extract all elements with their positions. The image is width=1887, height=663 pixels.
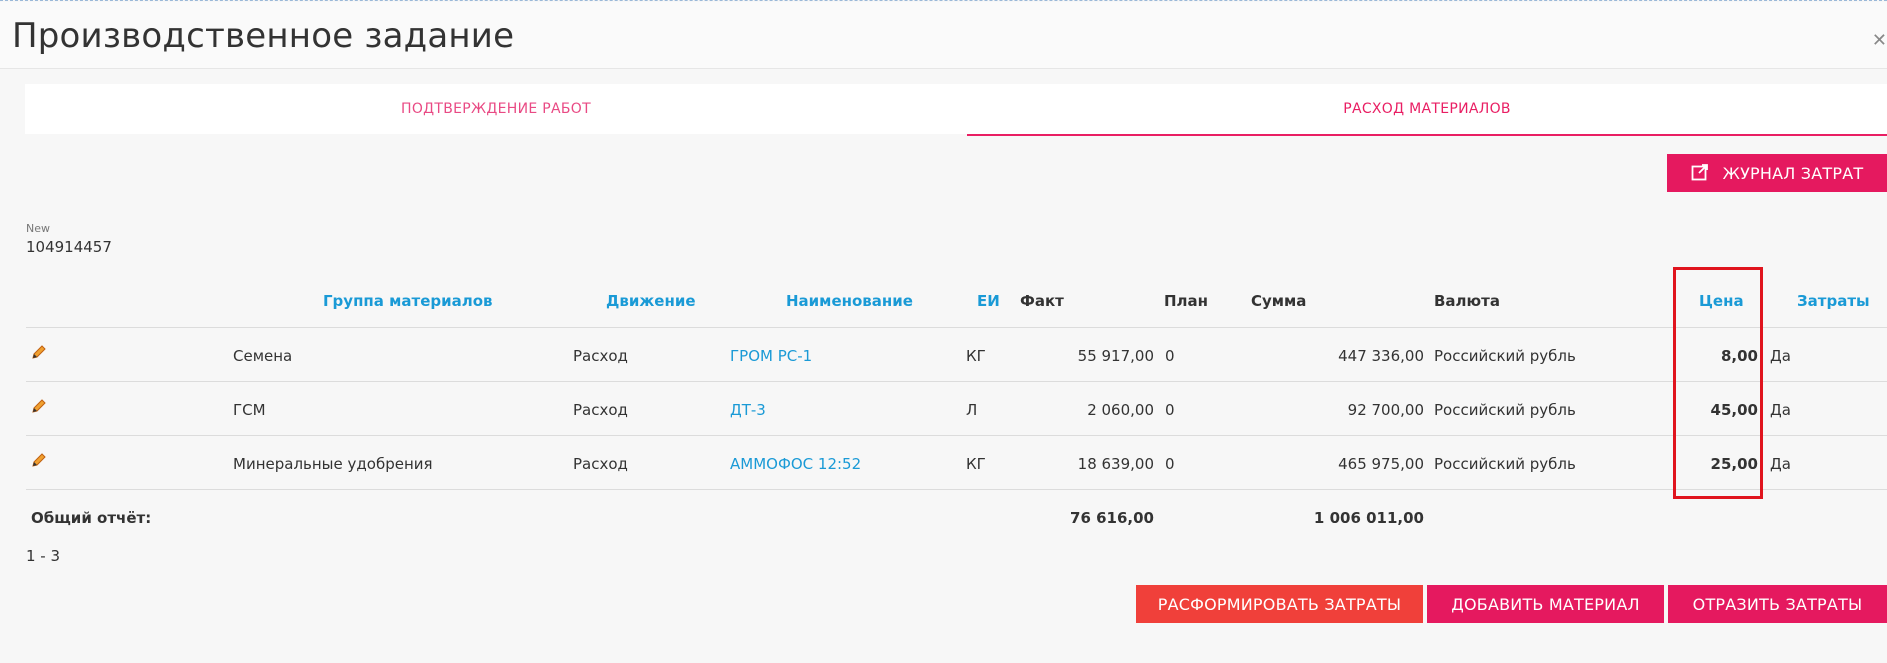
col-header-name[interactable]: Наименование: [786, 292, 913, 310]
cost-journal-label: ЖУРНАЛ ЗАТРАТ: [1722, 164, 1864, 183]
cell-currency: Российский рубль: [1434, 401, 1576, 419]
cell-movement: Расход: [573, 401, 628, 419]
cell-group: ГСМ: [233, 401, 266, 419]
col-header-unit[interactable]: ЕИ: [977, 292, 1000, 310]
cell-unit: КГ: [966, 455, 986, 473]
pencil-icon[interactable]: [31, 398, 47, 414]
cell-unit: Л: [966, 401, 978, 419]
tab-materials-consumption[interactable]: РАСХОД МАТЕРИАЛОВ: [967, 84, 1887, 136]
reflect-costs-button[interactable]: ОТРАЗИТЬ ЗАТРАТЫ: [1668, 585, 1887, 623]
cell-unit: КГ: [966, 347, 986, 365]
cell-group: Минеральные удобрения: [233, 455, 433, 473]
cell-fact: 18 639,00: [1077, 455, 1154, 473]
external-link-icon: [1691, 163, 1709, 185]
pencil-icon[interactable]: [31, 344, 47, 360]
cell-name-link[interactable]: АММОФОС 12:52: [730, 455, 861, 473]
cell-currency: Российский рубль: [1434, 347, 1576, 365]
record-id: 104914457: [26, 238, 112, 256]
cell-plan: 0: [1165, 401, 1175, 419]
cell-costs: Да: [1770, 401, 1791, 419]
close-icon[interactable]: ✕: [1872, 30, 1887, 51]
cell-sum: 92 700,00: [1347, 401, 1424, 419]
cell-sum: 447 336,00: [1338, 347, 1424, 365]
add-material-button[interactable]: ДОБАВИТЬ МАТЕРИАЛ: [1427, 585, 1664, 623]
cell-fact: 55 917,00: [1077, 347, 1154, 365]
record-label: New: [26, 222, 50, 235]
row-divider: [26, 435, 1887, 436]
col-header-group[interactable]: Группа материалов: [323, 292, 493, 310]
cell-currency: Российский рубль: [1434, 455, 1576, 473]
row-divider: [26, 327, 1887, 328]
col-header-currency: Валюта: [1434, 292, 1500, 310]
row-divider: [26, 381, 1887, 382]
col-header-costs[interactable]: Затраты: [1797, 292, 1870, 310]
pagination-range: 1 - 3: [26, 547, 61, 565]
page-title: Производственное задание: [12, 16, 515, 56]
cell-name-link[interactable]: ДТ-3: [730, 401, 766, 419]
cost-journal-button[interactable]: ЖУРНАЛ ЗАТРАТ: [1667, 154, 1887, 192]
page-header: Производственное задание ✕: [0, 2, 1887, 69]
cell-costs: Да: [1770, 347, 1791, 365]
cell-costs: Да: [1770, 455, 1791, 473]
cell-plan: 0: [1165, 347, 1175, 365]
dissolve-costs-button[interactable]: РАСФОРМИРОВАТЬ ЗАТРАТЫ: [1136, 585, 1423, 623]
pencil-icon[interactable]: [31, 452, 47, 468]
tabs-bar: ПОДТВЕРЖДЕНИЕ РАБОТ РАСХОД МАТЕРИАЛОВ: [25, 84, 1887, 136]
cell-plan: 0: [1165, 455, 1175, 473]
price-column-highlight: [1673, 267, 1763, 499]
col-header-plan: План: [1164, 292, 1209, 310]
col-header-movement[interactable]: Движение: [606, 292, 696, 310]
col-header-sum: Сумма: [1251, 292, 1307, 310]
cell-movement: Расход: [573, 347, 628, 365]
row-divider: [26, 489, 1887, 490]
cell-sum: 465 975,00: [1338, 455, 1424, 473]
tab-work-confirmation[interactable]: ПОДТВЕРЖДЕНИЕ РАБОТ: [25, 84, 967, 134]
totals-fact: 76 616,00: [1070, 509, 1154, 527]
totals-label: Общий отчёт:: [31, 509, 152, 527]
col-header-fact: Факт: [1020, 292, 1064, 310]
totals-sum: 1 006 011,00: [1313, 509, 1424, 527]
cell-fact: 2 060,00: [1087, 401, 1154, 419]
cell-name-link[interactable]: ГРОМ РС-1: [730, 347, 812, 365]
cell-group: Семена: [233, 347, 293, 365]
cell-movement: Расход: [573, 455, 628, 473]
